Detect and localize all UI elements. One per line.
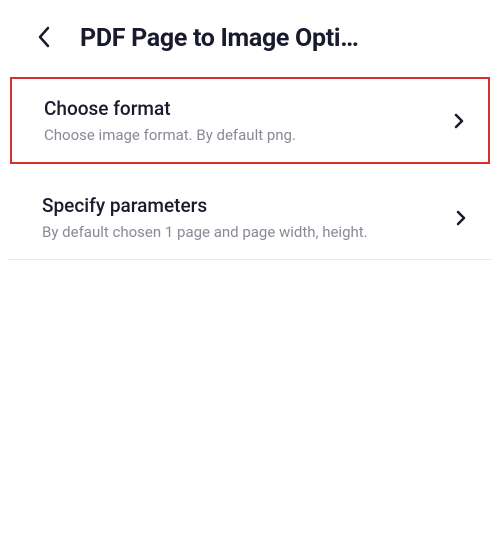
option-title: Specify parameters <box>42 194 444 217</box>
back-button[interactable] <box>30 25 58 53</box>
page-title: PDF Page to Image Opti… <box>80 24 480 53</box>
option-subtitle: By default chosen 1 page and page width,… <box>42 223 444 241</box>
option-title: Choose format <box>44 97 442 120</box>
list-item-text: Choose format Choose image format. By de… <box>44 97 442 144</box>
list-item-text: Specify parameters By default chosen 1 p… <box>42 194 444 241</box>
option-subtitle: Choose image format. By default png. <box>44 126 442 144</box>
options-list: Choose format Choose image format. By de… <box>0 77 500 260</box>
chevron-right-icon <box>454 113 464 129</box>
header: PDF Page to Image Opti… <box>0 0 500 77</box>
chevron-right-icon <box>456 210 466 226</box>
chevron-left-icon <box>37 26 51 52</box>
option-specify-parameters[interactable]: Specify parameters By default chosen 1 p… <box>8 176 492 260</box>
option-choose-format[interactable]: Choose format Choose image format. By de… <box>10 77 490 164</box>
